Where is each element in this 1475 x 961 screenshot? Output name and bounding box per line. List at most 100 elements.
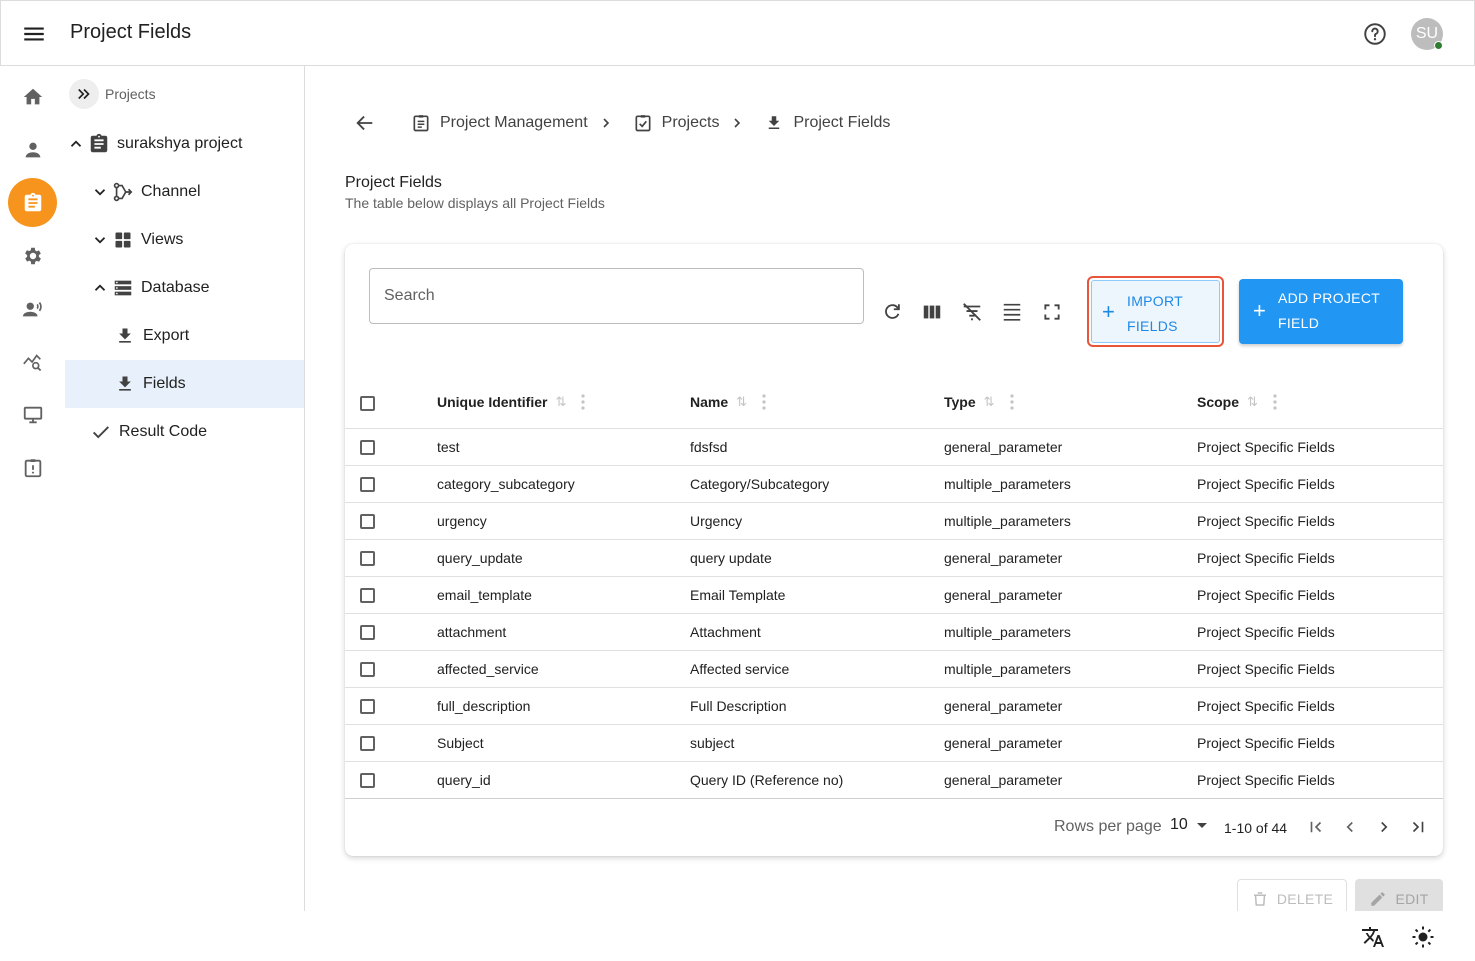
dropdown-arrow-icon bbox=[1196, 819, 1208, 831]
import-fields-button[interactable]: + IMPORT FIELDS bbox=[1087, 276, 1224, 347]
translate-icon[interactable] bbox=[1360, 924, 1386, 950]
tree-node-views[interactable]: Views bbox=[65, 216, 304, 264]
table-row[interactable]: urgency Urgency multiple_parameters Proj… bbox=[345, 503, 1443, 540]
column-header-type[interactable]: Type ⇅ bbox=[944, 376, 1017, 428]
section-subtitle: The table below displays all Project Fie… bbox=[345, 195, 605, 211]
analytics-search-icon[interactable] bbox=[20, 349, 46, 375]
row-checkbox[interactable] bbox=[360, 625, 375, 640]
table-row[interactable]: test fdsfsd general_parameter Project Sp… bbox=[345, 429, 1443, 466]
light-mode-icon[interactable] bbox=[1410, 924, 1436, 950]
column-menu-icon[interactable] bbox=[578, 393, 588, 411]
cell-scope: Project Specific Fields bbox=[1197, 550, 1335, 566]
column-header-label: Type bbox=[944, 394, 976, 410]
cell-scope: Project Specific Fields bbox=[1197, 587, 1335, 603]
column-header-label: Scope bbox=[1197, 394, 1240, 410]
tree-node-fields[interactable]: Fields bbox=[65, 360, 304, 408]
tree-node-project[interactable]: surakshya project bbox=[65, 120, 304, 168]
tree-node-export[interactable]: Export bbox=[65, 312, 304, 360]
storage-icon bbox=[111, 276, 135, 300]
column-menu-icon[interactable] bbox=[1270, 393, 1280, 411]
column-header-unique-identifier[interactable]: Unique Identifier ⇅ bbox=[437, 376, 588, 428]
density-icon[interactable] bbox=[998, 298, 1026, 326]
home-icon[interactable] bbox=[20, 84, 46, 110]
avatar-initials: SU bbox=[1415, 25, 1439, 42]
cell-name: Query ID (Reference no) bbox=[690, 772, 844, 788]
breadcrumb-project-fields[interactable]: Project Fields bbox=[763, 112, 890, 134]
sort-icon[interactable]: ⇅ bbox=[555, 394, 566, 410]
monitor-icon[interactable] bbox=[20, 402, 46, 428]
fields-table-card: + IMPORT FIELDS + ADD PROJECT FIELD Uniq… bbox=[345, 244, 1443, 856]
sort-icon[interactable]: ⇅ bbox=[984, 394, 995, 410]
cell-unique-identifier: urgency bbox=[437, 513, 487, 529]
row-checkbox[interactable] bbox=[360, 662, 375, 677]
breadcrumb-projects[interactable]: Projects bbox=[632, 112, 720, 134]
table-row[interactable]: query_update query update general_parame… bbox=[345, 540, 1443, 577]
tree-node-channel[interactable]: Channel bbox=[65, 168, 304, 216]
column-menu-icon[interactable] bbox=[759, 393, 769, 411]
cell-scope: Project Specific Fields bbox=[1197, 476, 1335, 492]
add-project-field-button[interactable]: + ADD PROJECT FIELD bbox=[1239, 279, 1403, 344]
breadcrumb-label: Project Fields bbox=[793, 114, 891, 131]
search-input[interactable] bbox=[369, 268, 864, 324]
tree-node-result-code[interactable]: Result Code bbox=[65, 408, 304, 456]
channel-fork-icon bbox=[111, 180, 135, 204]
menu-icon[interactable] bbox=[21, 21, 47, 47]
row-checkbox[interactable] bbox=[360, 736, 375, 751]
chevron-down-icon[interactable] bbox=[89, 229, 111, 251]
avatar[interactable]: SU bbox=[1411, 18, 1443, 50]
breadcrumb-label: Projects bbox=[661, 114, 720, 131]
last-page-icon[interactable] bbox=[1406, 815, 1430, 839]
cell-type: general_parameter bbox=[944, 587, 1063, 603]
table-row[interactable]: full_description Full Description genera… bbox=[345, 688, 1443, 725]
table-row[interactable]: email_template Email Template general_pa… bbox=[345, 577, 1443, 614]
row-checkbox[interactable] bbox=[360, 440, 375, 455]
column-header-label: Unique Identifier bbox=[437, 394, 548, 410]
row-checkbox[interactable] bbox=[360, 514, 375, 529]
gear-icon[interactable] bbox=[20, 243, 46, 269]
cell-name: Affected service bbox=[690, 661, 790, 677]
first-page-icon[interactable] bbox=[1304, 815, 1328, 839]
table-row[interactable]: query_id Query ID (Reference no) general… bbox=[345, 762, 1443, 799]
refresh-icon[interactable] bbox=[878, 298, 906, 326]
report-clipboard-icon[interactable] bbox=[20, 455, 46, 481]
columns-icon[interactable] bbox=[918, 298, 946, 326]
row-checkbox[interactable] bbox=[360, 477, 375, 492]
table-row[interactable]: category_subcategory Category/Subcategor… bbox=[345, 466, 1443, 503]
next-page-icon[interactable] bbox=[1372, 815, 1396, 839]
select-all-checkbox[interactable] bbox=[360, 396, 375, 411]
rows-per-page-select[interactable]: 10 bbox=[1170, 816, 1208, 834]
double-chevron-right-icon bbox=[69, 79, 99, 109]
back-arrow-icon[interactable] bbox=[350, 108, 380, 138]
table-row[interactable]: affected_service Affected service multip… bbox=[345, 651, 1443, 688]
record-voice-icon[interactable] bbox=[20, 296, 46, 322]
row-checkbox[interactable] bbox=[360, 699, 375, 714]
tree-node-database[interactable]: Database bbox=[65, 264, 304, 312]
chevron-up-icon[interactable] bbox=[89, 277, 111, 299]
download-icon bbox=[763, 112, 785, 134]
cell-type: general_parameter bbox=[944, 735, 1063, 751]
cell-unique-identifier: test bbox=[437, 439, 460, 455]
column-header-name[interactable]: Name ⇅ bbox=[690, 376, 769, 428]
clipboard-icon[interactable] bbox=[8, 178, 57, 227]
help-icon[interactable] bbox=[1362, 21, 1388, 47]
grid-view-icon bbox=[111, 228, 135, 252]
breadcrumb-project-management[interactable]: Project Management bbox=[410, 112, 588, 134]
row-checkbox[interactable] bbox=[360, 551, 375, 566]
row-checkbox[interactable] bbox=[360, 588, 375, 603]
cell-type: general_parameter bbox=[944, 698, 1063, 714]
previous-page-icon[interactable] bbox=[1338, 815, 1362, 839]
cell-name: query update bbox=[690, 550, 772, 566]
sort-icon[interactable]: ⇅ bbox=[1247, 394, 1258, 410]
table-row[interactable]: attachment Attachment multiple_parameter… bbox=[345, 614, 1443, 651]
filter-off-icon[interactable] bbox=[958, 298, 986, 326]
column-menu-icon[interactable] bbox=[1007, 393, 1017, 411]
person-icon[interactable] bbox=[20, 137, 46, 163]
tree-crumb-projects[interactable]: Projects bbox=[69, 78, 156, 110]
sort-icon[interactable]: ⇅ bbox=[736, 394, 747, 410]
chevron-up-icon[interactable] bbox=[65, 133, 87, 155]
fullscreen-icon[interactable] bbox=[1038, 298, 1066, 326]
table-row[interactable]: Subject subject general_parameter Projec… bbox=[345, 725, 1443, 762]
column-header-scope[interactable]: Scope ⇅ bbox=[1197, 376, 1280, 428]
chevron-down-icon[interactable] bbox=[89, 181, 111, 203]
row-checkbox[interactable] bbox=[360, 773, 375, 788]
